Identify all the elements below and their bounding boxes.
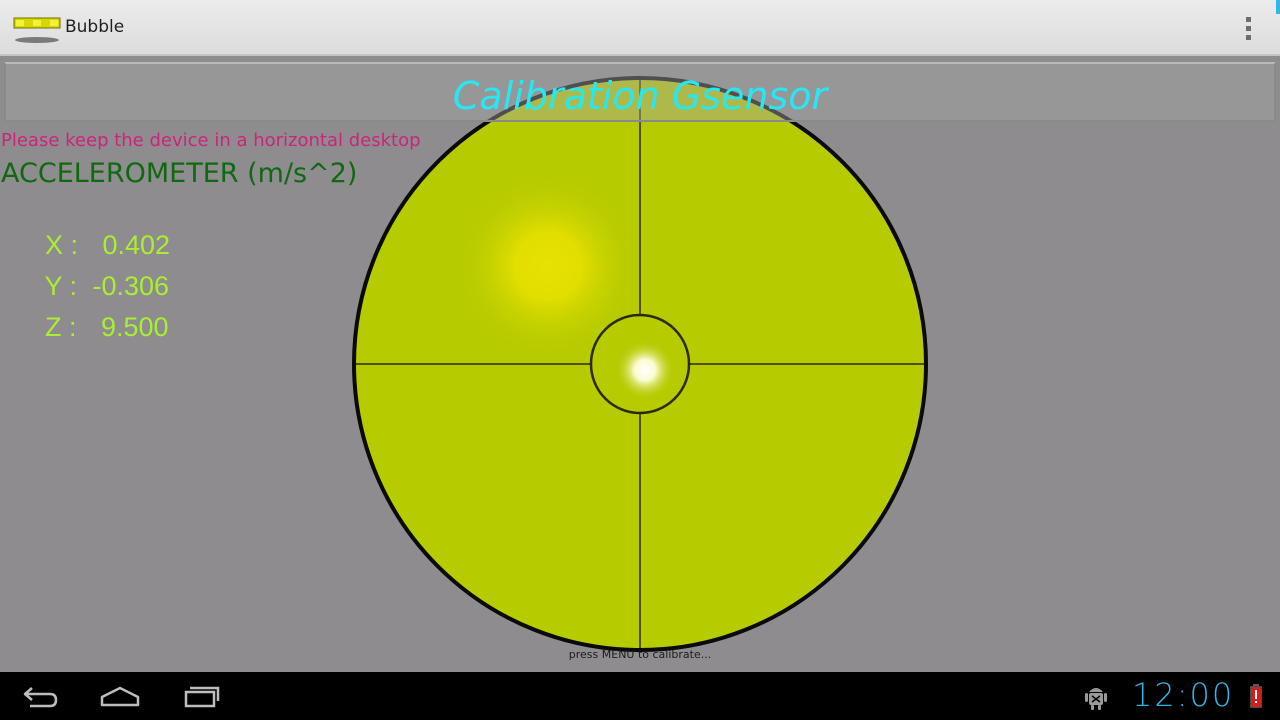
accent-corner-mark [1276,0,1280,14]
calibrate-hint: press MENU to calibrate... [568,648,712,661]
system-nav-bar: 12:00 [0,672,1280,720]
placement-hint: Please keep the device in a horizontal d… [1,130,421,151]
home-icon [100,686,140,707]
recent-apps-icon [184,686,220,708]
app-title: Bubble [65,17,125,37]
overflow-menu-button[interactable] [1232,12,1264,44]
axis-label: Z : [45,312,77,342]
bubble [615,340,675,400]
status-clock: 12:00 [1132,676,1235,714]
main-content: Calibration Gsensor Please keep the devi… [0,58,1280,672]
calibration-title-bar: Calibration Gsensor [4,62,1276,122]
spirit-level-icon[interactable] [13,15,61,45]
overflow-menu-icon [1246,17,1251,22]
battery-low-icon [1250,684,1262,708]
level-scope [352,76,928,652]
recent-apps-button[interactable] [172,681,232,711]
axis-value: 9.500 [100,312,169,342]
back-icon [23,687,58,708]
accelerometer-z-row: Z : 9.500 [15,281,169,374]
back-button[interactable] [10,681,70,711]
home-button[interactable] [90,681,150,711]
action-bar: Bubble [0,0,1280,56]
android-debug-icon [1085,688,1107,710]
accelerometer-heading: ACCELEROMETER (m/s^2) [1,158,358,189]
calibration-title: Calibration Gsensor [452,74,828,118]
